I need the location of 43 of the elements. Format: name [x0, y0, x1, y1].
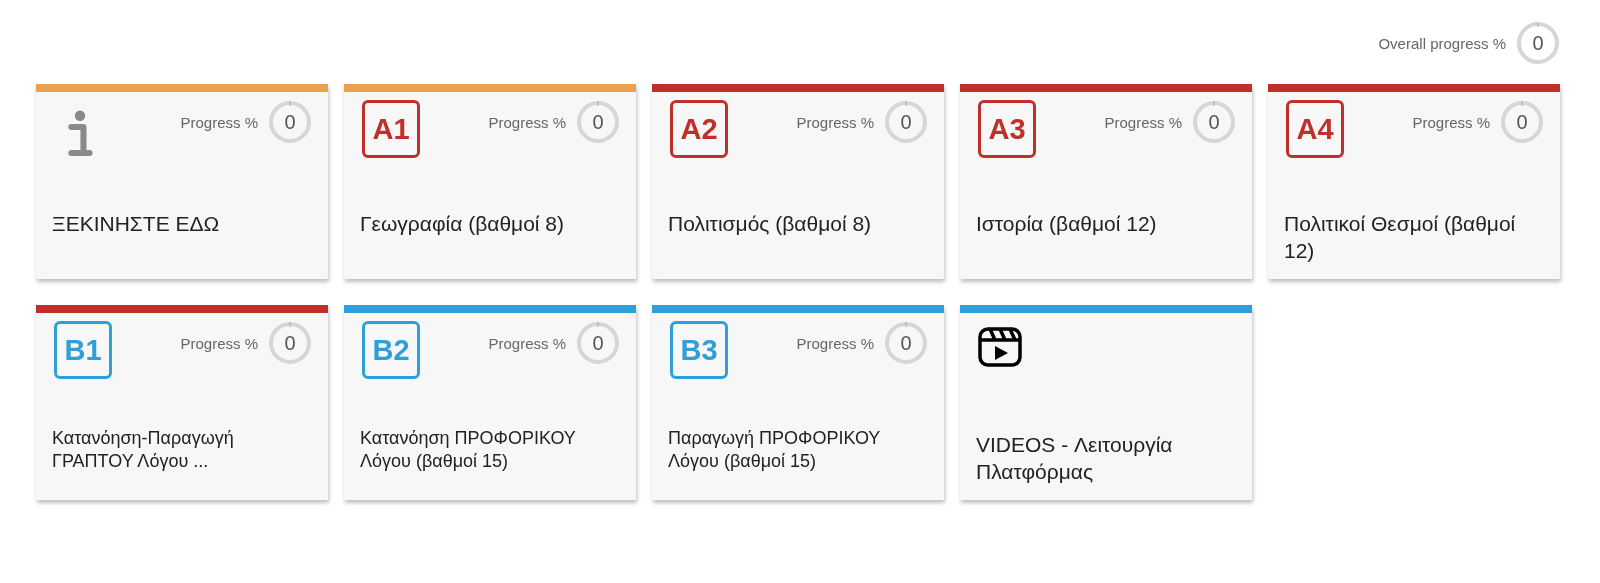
progress-label: Progress %: [180, 113, 258, 131]
card-title[interactable]: Πολιτισμός (βαθμοί 8): [668, 210, 903, 238]
card-title[interactable]: VIDEOS - Λειτουργία Πλατφόρμας: [976, 431, 1211, 486]
progress-ring: 0: [884, 321, 928, 365]
progress-ring: 0: [576, 100, 620, 144]
section-badge: A1: [362, 100, 420, 158]
progress-label: Progress %: [796, 113, 874, 131]
progress-label: Progress %: [1104, 113, 1182, 131]
progress-ring: 0: [268, 321, 312, 365]
section-badge: B1: [54, 321, 112, 379]
course-card[interactable]: B3 Progress % 0 Παραγωγή ΠΡΟΦΟΡΙΚΟΥ Λόγου (βαθμοί 15): [652, 305, 944, 500]
section-badge: A3: [978, 100, 1036, 158]
course-card[interactable]: B2 Progress % 0 Κατανόηση ΠΡΟΦΟΡΙΚΟΥ Λόγου (βαθμοί 15): [344, 305, 636, 500]
course-card[interactable]: A4 Progress % 0 Πολιτικοί Θεσμοί (βαθμοί 12): [1268, 84, 1560, 279]
progress-label: Progress %: [180, 334, 258, 352]
progress-ring: 0: [576, 321, 620, 365]
card-title[interactable]: Παραγωγή ΠΡΟΦΟΡΙΚΟΥ Λόγου (βαθμοί 15): [668, 427, 903, 474]
card-title[interactable]: Ιστορία (βαθμοί 12): [976, 210, 1211, 238]
card-title[interactable]: Πολιτικοί Θεσμοί (βαθμοί 12): [1284, 210, 1519, 265]
section-badge: A2: [670, 100, 728, 158]
progress-ring: 0: [1192, 100, 1236, 144]
course-card[interactable]: VIDEOS - Λειτουργία Πλατφόρμας: [960, 305, 1252, 500]
progress-ring: 0: [884, 100, 928, 144]
section-badge: B2: [362, 321, 420, 379]
section-badge: B3: [670, 321, 728, 379]
course-card[interactable]: Progress % 0 ΞΕΚΙΝΗΣΤΕ ΕΔΩ: [36, 84, 328, 279]
progress-label: Progress %: [488, 334, 566, 352]
progress-label: Progress %: [796, 334, 874, 352]
progress-label: Progress %: [1412, 113, 1490, 131]
progress-ring: 0: [268, 100, 312, 144]
course-card[interactable]: B1 Progress % 0 Κατανόηση-Παραγωγή ΓΡΑΠΤΟΥ Λόγου ...: [36, 305, 328, 500]
card-title[interactable]: Κατανόηση-Παραγωγή ΓΡΑΠΤΟΥ Λόγου ...: [52, 427, 287, 474]
course-card[interactable]: A1 Progress % 0 Γεωγραφία (βαθμοί 8): [344, 84, 636, 279]
course-card[interactable]: A3 Progress % 0 Ιστορία (βαθμοί 12): [960, 84, 1252, 279]
progress-ring: 0: [1516, 21, 1560, 65]
overall-progress-label: Overall progress %: [1378, 34, 1506, 52]
progress-ring: 0: [1500, 100, 1544, 144]
card-title[interactable]: Κατανόηση ΠΡΟΦΟΡΙΚΟΥ Λόγου (βαθμοί 15): [360, 427, 595, 474]
course-card[interactable]: A2 Progress % 0 Πολιτισμός (βαθμοί 8): [652, 84, 944, 279]
card-title[interactable]: Γεωγραφία (βαθμοί 8): [360, 210, 595, 238]
card-title[interactable]: ΞΕΚΙΝΗΣΤΕ ΕΔΩ: [52, 210, 287, 238]
section-badge: A4: [1286, 100, 1344, 158]
progress-label: Progress %: [488, 113, 566, 131]
